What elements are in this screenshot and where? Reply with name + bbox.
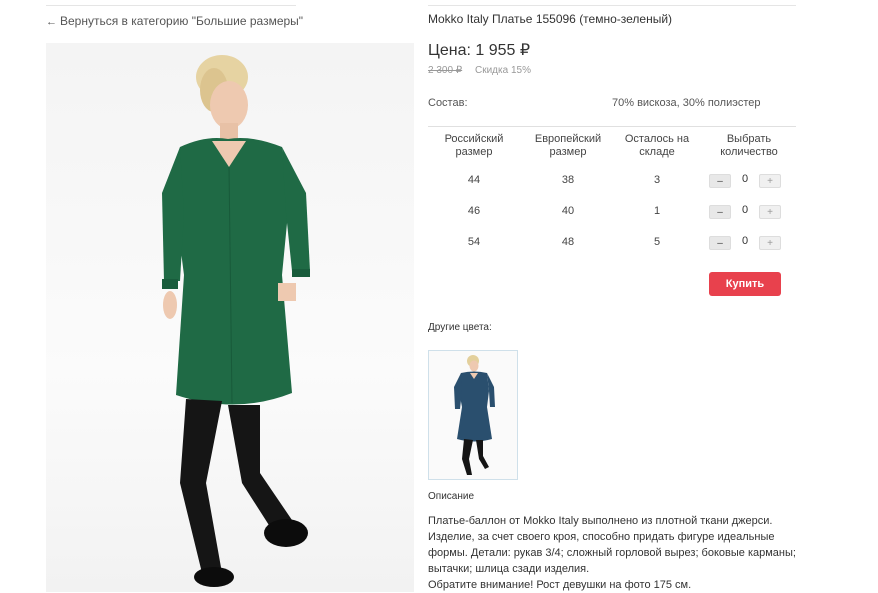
row-stock: 5 [653, 236, 661, 248]
row-eu-size: 48 [561, 236, 575, 248]
other-color-thumbnail[interactable] [428, 350, 518, 480]
product-price: Цена: 1 955 ₽ [428, 42, 531, 59]
qty-plus-button[interactable]: + [759, 205, 781, 219]
description-body: Платье-баллон от Mokko Italy выполнено и… [428, 513, 803, 593]
qty-value: 0 [741, 173, 749, 185]
qty-minus-button[interactable]: – [709, 174, 731, 188]
header-eu-size: Европейский размер [534, 133, 602, 158]
model-photo [162, 55, 310, 587]
composition-value: 70% вискоза, 30% полиэстер [612, 97, 761, 109]
row-ru-size: 54 [467, 236, 481, 248]
top-divider-right [428, 5, 796, 6]
qty-minus-button[interactable]: – [709, 236, 731, 250]
composition-label: Состав: [428, 97, 468, 109]
row-stock: 3 [653, 174, 661, 186]
back-link-label: Вернуться в категорию "Большие размеры" [60, 14, 304, 28]
buy-button[interactable]: Купить [709, 272, 781, 296]
header-ru-size: Российский размер [444, 133, 504, 158]
row-eu-size: 38 [561, 174, 575, 186]
qty-minus-button[interactable]: – [709, 205, 731, 219]
arrow-left-icon: ← [46, 16, 57, 28]
row-ru-size: 44 [467, 174, 481, 186]
back-to-category-link[interactable]: ← Вернуться в категорию "Большие размеры" [46, 14, 303, 28]
description-note: Обратите внимание! Рост девушки на фото … [428, 579, 692, 591]
old-price: 2 300 ₽ [428, 65, 463, 76]
qty-plus-button[interactable]: + [759, 174, 781, 188]
description-title: Описание [428, 491, 475, 502]
qty-plus-button[interactable]: + [759, 236, 781, 250]
qty-value: 0 [741, 235, 749, 247]
row-stock: 1 [653, 205, 661, 217]
composition-divider [428, 126, 796, 127]
description-text: Платье-баллон от Mokko Italy выполнено и… [428, 515, 796, 575]
row-ru-size: 46 [467, 205, 481, 217]
top-divider-left [46, 5, 296, 6]
header-stock: Осталось на складе [624, 133, 690, 158]
discount-badge: Скидка 15% [475, 65, 531, 76]
navy-dress-thumbnail-image [454, 355, 495, 475]
row-eu-size: 40 [561, 205, 575, 217]
product-title: Mokko Italy Платье 155096 (темно-зеленый… [428, 12, 673, 26]
other-colors-label: Другие цвета: [428, 322, 492, 333]
product-main-image[interactable] [46, 43, 414, 592]
qty-value: 0 [741, 204, 749, 216]
header-qty: Выбрать количество [720, 133, 778, 158]
